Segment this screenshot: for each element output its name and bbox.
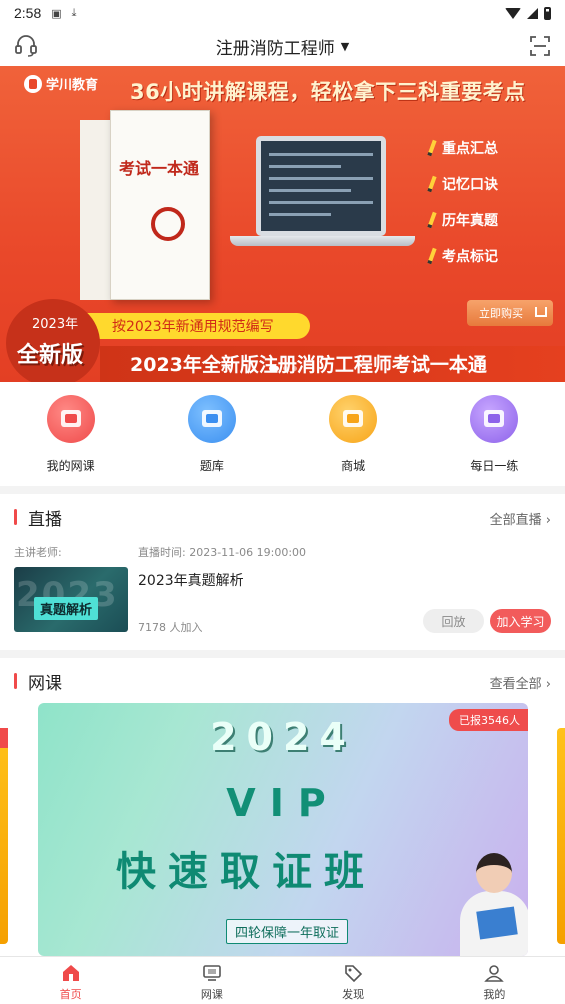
section-accent-bar [14, 509, 17, 525]
tab-discover[interactable]: 发现 [283, 957, 424, 1004]
carousel-indicator [0, 366, 565, 371]
badge-new-edition: 全新版 [17, 343, 84, 368]
battery-icon [544, 6, 551, 20]
pen-icon [151, 207, 185, 241]
cell-signal-icon [527, 7, 538, 19]
live-thumbnail[interactable]: 2023 真题解析 [14, 567, 128, 632]
promo-banner[interactable]: 学川教育 36小时讲解课程，轻松拿下三科重要考点 考试一本通 重点汇总 记忆口诀… [0, 66, 565, 382]
headset-icon[interactable] [14, 35, 38, 57]
status-time: 2:58 [14, 5, 42, 21]
entry-label: 题库 [199, 459, 224, 473]
notification-icon: ▣ [51, 6, 62, 20]
teacher-label: 主讲老师: [14, 546, 62, 559]
course-vip: VIP [226, 781, 340, 825]
download-icon: ⤓ [71, 6, 77, 19]
course-subtitle: 四轮保障一年取证 [226, 919, 349, 944]
status-bar: 2:58 ▣ ⤓ [0, 0, 565, 26]
logo-mark-icon [24, 74, 42, 93]
feature-label: 重点汇总 [442, 141, 498, 157]
live-item-title[interactable]: 2023年真题解析 [138, 570, 244, 590]
feature-label: 历年真题 [442, 213, 498, 229]
scan-icon[interactable] [529, 35, 551, 57]
pencil-icon [427, 211, 437, 229]
shop-icon [329, 395, 378, 443]
tab-courses[interactable]: 网课 [141, 957, 282, 1004]
entry-daily-practice[interactable]: 每日一练 [424, 382, 565, 486]
section-accent-bar [14, 673, 17, 689]
question-bank-icon [187, 395, 236, 443]
tab-label: 发现 [342, 988, 365, 1001]
course-header: 网课 查看全部 › [0, 658, 565, 702]
entry-label: 我的网课 [46, 459, 95, 473]
view-all-link[interactable]: 查看全部 › [490, 673, 551, 692]
pencil-icon [427, 247, 437, 265]
entry-label: 商城 [341, 459, 366, 473]
book-title: 考试一本通 [119, 159, 200, 178]
video-course-icon [46, 395, 95, 443]
laptop-image [230, 136, 415, 264]
banner-headline: 36小时讲解课程，轻松拿下三科重要考点 [130, 80, 526, 104]
live-header: 直播 全部直播 › [0, 494, 565, 538]
next-course-card[interactable] [557, 728, 565, 944]
brand-logo: 学川教育 [24, 74, 98, 93]
feature-item: 记忆口诀 [427, 174, 498, 194]
tag-icon [345, 965, 363, 983]
teacher-photo [454, 853, 528, 956]
buy-now-label: 立即购买 [479, 307, 523, 320]
app-header: 注册消防工程师 ▼ [0, 26, 565, 66]
course-card[interactable]: 已报3546人 2024 VIP 快速取证班 四轮保障一年取证 [38, 703, 528, 956]
cart-icon [535, 307, 547, 317]
join-study-button[interactable]: 加入学习 [490, 609, 551, 633]
banner-bottom-title: 2023年全新版注册消防工程师考试一本通 [130, 354, 487, 376]
tab-label: 网课 [200, 988, 223, 1001]
feature-item: 考点标记 [427, 246, 498, 266]
section-title: 直播 [28, 510, 62, 530]
thumb-label: 真题解析 [34, 597, 99, 620]
book-image: 考试一本通 [80, 110, 210, 300]
prev-course-card[interactable] [0, 728, 8, 944]
entry-my-courses[interactable]: 我的网课 [0, 382, 141, 486]
badge-year: 2023年 [32, 317, 79, 332]
entry-label: 每日一练 [470, 459, 519, 473]
all-live-link[interactable]: 全部直播 › [490, 509, 551, 528]
entry-question-bank[interactable]: 题库 [141, 382, 282, 486]
course-name: 快速取证班 [116, 849, 376, 895]
page-title: 注册消防工程师 [215, 38, 335, 59]
tab-label: 首页 [59, 988, 82, 1001]
tab-profile[interactable]: 我的 [424, 957, 565, 1004]
feature-label: 记忆口诀 [442, 177, 498, 193]
feature-list: 重点汇总 记忆口诀 历年真题 考点标记 [427, 138, 498, 266]
feature-item: 重点汇总 [427, 138, 498, 158]
replay-button[interactable]: 回放 [423, 609, 484, 633]
brand-name: 学川教育 [46, 78, 99, 93]
live-time: 直播时间: 2023-11-06 19:00:00 [138, 546, 307, 559]
feature-label: 考点标记 [442, 249, 498, 265]
banner-bottom-strip: 2023年全新版注册消防工程师考试一本通 [100, 346, 565, 382]
screen-icon [203, 965, 221, 981]
pencil-icon [427, 175, 437, 193]
home-icon [62, 965, 79, 981]
feature-item: 历年真题 [427, 210, 498, 230]
quick-entries: 我的网课 题库 商城 每日一练 [0, 382, 565, 486]
live-section: 直播 全部直播 › 主讲老师: 直播时间: 2023-11-06 19:00:0… [0, 494, 565, 650]
course-section: 网课 查看全部 › 已报3546人 2024 VIP 快速取证班 四轮保障一年取… [0, 658, 565, 956]
banner-tag: 按2023年新通用规范编写 [80, 313, 310, 339]
course-year: 2024 [210, 715, 356, 759]
pencil-icon [427, 139, 437, 157]
wifi-icon [505, 7, 521, 19]
chevron-down-icon: ▼ [340, 39, 350, 53]
daily-practice-icon [470, 395, 519, 443]
buy-now-button[interactable]: 立即购买 [467, 300, 553, 326]
tab-label: 我的 [483, 988, 506, 1001]
entry-mall[interactable]: 商城 [283, 382, 424, 486]
bottom-nav: 首页 网课 发现 我的 [0, 956, 565, 1004]
section-title: 网课 [28, 674, 62, 694]
exam-selector[interactable]: 注册消防工程师 ▼ [216, 34, 349, 59]
tab-home[interactable]: 首页 [0, 957, 141, 1004]
user-icon [484, 965, 505, 982]
live-join-count: 7178 人加入 [138, 621, 203, 634]
